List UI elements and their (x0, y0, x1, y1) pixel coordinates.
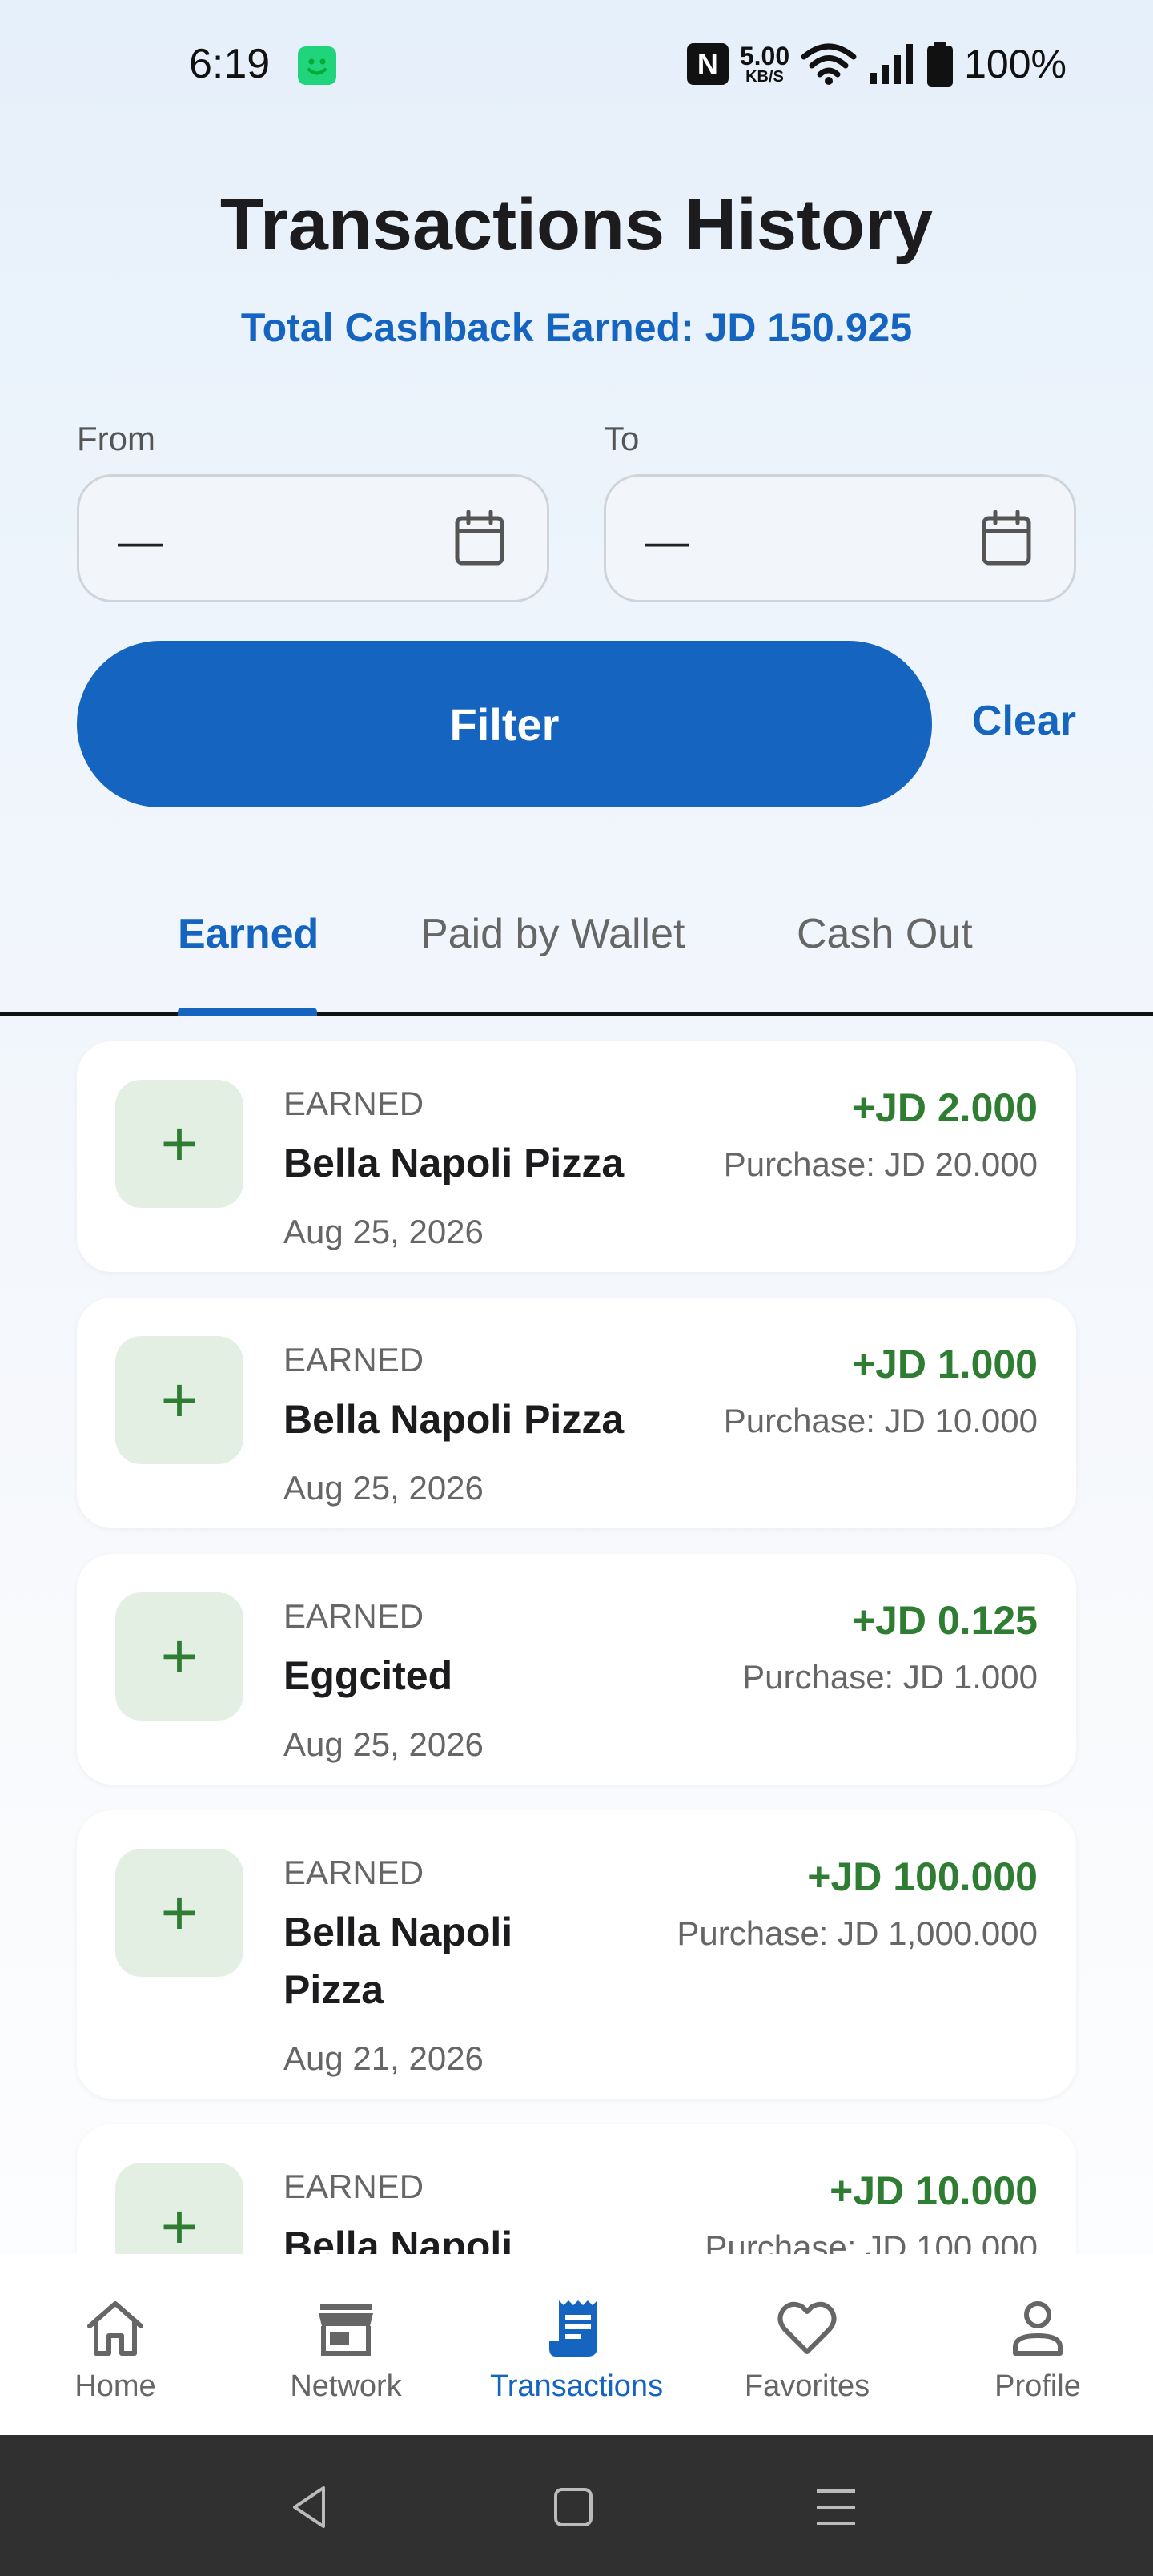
status-time: 6:19 (189, 41, 271, 87)
nav-label: Profile (994, 2369, 1081, 2403)
transaction-card[interactable]: + EARNED Bella Napoli +JD 10.000 Purchas… (77, 2124, 1076, 2254)
transaction-card[interactable]: + EARNED Eggcited Aug 25, 2026 +JD 0.125… (77, 1554, 1076, 1785)
receipt-icon (549, 2300, 597, 2357)
merchant-name: Bella Napoli Pizza (283, 1397, 625, 1442)
person-icon (1013, 2301, 1063, 2356)
plus-icon: + (115, 1336, 243, 1464)
calendar-icon[interactable] (454, 510, 505, 566)
transaction-card[interactable]: + EARNED Bella Napoli Pizza Aug 25, 2026… (77, 1041, 1076, 1272)
battery-level: 100% (964, 42, 1067, 87)
plus-icon: + (115, 2163, 243, 2254)
cashback-amount: +JD 1.000 (851, 1342, 1038, 1387)
filter-button[interactable]: Filter (77, 641, 932, 807)
plus-icon: + (115, 1849, 243, 1977)
home-square-icon[interactable] (541, 2475, 605, 2539)
transaction-date: Aug 21, 2026 (283, 2039, 484, 2077)
nav-label: Network (290, 2369, 402, 2403)
store-icon (319, 2304, 373, 2356)
nav-transactions[interactable]: Transactions (461, 2254, 692, 2435)
nav-favorites[interactable]: Favorites (692, 2254, 922, 2435)
from-label: From (77, 420, 155, 457)
merchant-name: Eggcited (283, 1653, 453, 1698)
cashback-amount: +JD 0.125 (851, 1598, 1038, 1643)
transaction-card[interactable]: + EARNED Bella Napoli Pizza Aug 25, 2026… (77, 1298, 1076, 1528)
purchase-amount: Purchase: JD 1,000.000 (677, 1914, 1038, 1952)
merchant-name: Bella Napoli (283, 2224, 513, 2254)
calendar-icon[interactable] (981, 510, 1032, 566)
status-bar: 6:19 N 5.00 KB/S 100% (0, 0, 1153, 128)
nfc-icon: N (686, 43, 729, 85)
system-navigation-bar (0, 2435, 1153, 2576)
bottom-navigation: Home Network Transactions Favorites Prof… (0, 2254, 1153, 2435)
transaction-tabs: Earned Paid by Wallet Cash Out (0, 881, 1153, 1016)
network-speed: 5.00 KB/S (740, 43, 789, 85)
plus-icon: + (115, 1592, 243, 1721)
to-label: To (604, 420, 640, 457)
nav-network[interactable]: Network (231, 2254, 461, 2435)
nav-home[interactable]: Home (0, 2254, 231, 2435)
from-date-value: — (118, 516, 163, 566)
transactions-list[interactable]: + EARNED Bella Napoli Pizza Aug 25, 2026… (0, 1017, 1153, 2254)
plus-icon: + (115, 1080, 243, 1208)
cashback-amount: +JD 2.000 (851, 1085, 1038, 1130)
transaction-type: EARNED (283, 1341, 424, 1379)
purchase-amount: Purchase: JD 100.000 (705, 2228, 1038, 2254)
merchant-name: Bella Napoli Pizza (283, 1141, 625, 1185)
wifi-icon (801, 43, 857, 85)
nav-label: Transactions (489, 2369, 664, 2403)
back-icon[interactable] (279, 2475, 343, 2539)
tab-cash-out[interactable]: Cash Out (797, 910, 973, 958)
active-tab-indicator (178, 1008, 317, 1016)
heart-icon (777, 2301, 837, 2354)
battery-icon (927, 42, 954, 87)
to-date-value: — (645, 516, 689, 566)
network-speed-value: 5.00 (739, 42, 790, 70)
transaction-type: EARNED (283, 1854, 424, 1891)
transaction-type: EARNED (283, 2167, 424, 2205)
cashback-amount: +JD 100.000 (807, 1854, 1038, 1899)
purchase-amount: Purchase: JD 10.000 (723, 1402, 1038, 1439)
tab-earned[interactable]: Earned (178, 910, 319, 958)
signal-icon (870, 44, 914, 84)
from-date-field[interactable]: — (77, 474, 549, 602)
transaction-type: EARNED (283, 1597, 424, 1635)
transaction-date: Aug 25, 2026 (283, 1469, 484, 1507)
merchant-name: Bella Napoli Pizza (283, 1910, 513, 2012)
transaction-type: EARNED (283, 1085, 424, 1122)
transaction-date: Aug 25, 2026 (283, 1725, 484, 1763)
app-notification-icon (298, 46, 336, 85)
nav-label: Favorites (744, 2369, 870, 2403)
cashback-amount: +JD 10.000 (830, 2168, 1038, 2213)
transaction-card[interactable]: + EARNED Bella Napoli Pizza Aug 21, 2026… (77, 1810, 1076, 2099)
tab-paid-by-wallet[interactable]: Paid by Wallet (420, 910, 685, 958)
nav-label: Home (74, 2369, 156, 2403)
purchase-amount: Purchase: JD 1.000 (742, 1658, 1038, 1696)
cashback-total: Total Cashback Earned: JD 150.925 (240, 305, 913, 350)
page-title: Transactions History (219, 185, 934, 265)
menu-icon[interactable] (804, 2475, 868, 2539)
to-date-field[interactable]: — (604, 474, 1076, 602)
home-icon (87, 2301, 143, 2356)
clear-button[interactable]: Clear (972, 697, 1076, 745)
transaction-date: Aug 25, 2026 (283, 1213, 484, 1250)
network-speed-unit: KB/S (745, 68, 784, 86)
nav-profile[interactable]: Profile (922, 2254, 1153, 2435)
purchase-amount: Purchase: JD 20.000 (723, 1145, 1038, 1183)
